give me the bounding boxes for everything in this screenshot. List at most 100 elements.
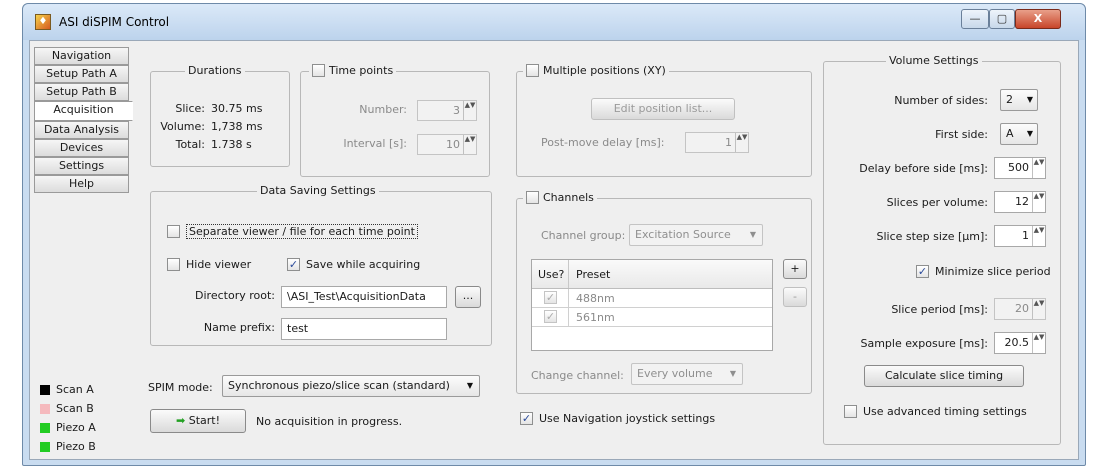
slices-per-volume-spinner[interactable]: 12 ▲▼ <box>994 191 1046 213</box>
chevron-down-icon: ▼ <box>749 230 756 239</box>
number-spinner[interactable]: 3 ▲▼ <box>417 100 477 121</box>
durations-group: Durations Slice: 30.75 ms Volume: 1,738 … <box>150 64 290 167</box>
tab-setup-path-b[interactable]: Setup Path B <box>34 83 129 101</box>
joystick-label[interactable]: Use Navigation joystick settings <box>539 412 715 425</box>
number-spin-arrows-icon[interactable]: ▲▼ <box>463 101 476 120</box>
chevron-down-icon: ▼ <box>1026 95 1033 104</box>
positions-header: Multiple positions (XY) <box>523 64 669 77</box>
delay-before-side-spinner[interactable]: 500 ▲▼ <box>994 157 1046 179</box>
tab-data-analysis[interactable]: Data Analysis <box>34 121 129 139</box>
row-preset: 561nm <box>576 311 615 324</box>
hide-viewer-checkbox[interactable] <box>167 258 180 271</box>
add-channel-button[interactable]: + <box>783 259 807 279</box>
volume-duration-label: Volume: <box>160 120 205 133</box>
save-while-acquiring-label[interactable]: Save while acquiring <box>306 258 420 271</box>
tab-navigation[interactable]: Navigation <box>34 47 129 65</box>
channels-header: Channels <box>523 191 597 204</box>
column-divider <box>568 260 569 288</box>
tab-devices[interactable]: Devices <box>34 139 129 157</box>
start-button[interactable]: ➡ Start! <box>150 409 246 433</box>
preset-column-header[interactable]: Preset <box>576 268 610 281</box>
volume-settings-group: Volume Settings Number of sides: 2 ▼ Fir… <box>823 54 1061 445</box>
interval-spin-arrows-icon[interactable]: ▲▼ <box>463 135 476 154</box>
directory-root-input[interactable]: \ASI_Test\AcquisitionData <box>281 286 447 308</box>
slices-spin-arrows-icon[interactable]: ▲▼ <box>1032 192 1045 212</box>
tab-setup-path-a[interactable]: Setup Path A <box>34 65 129 83</box>
remove-channel-button[interactable]: - <box>783 287 807 307</box>
spim-mode-dropdown[interactable]: Synchronous piezo/slice scan (standard) … <box>222 375 480 397</box>
use-column-header[interactable]: Use? <box>538 268 564 281</box>
channels-checkbox[interactable] <box>526 191 539 204</box>
client-area: Navigation Setup Path A Setup Path B Acq… <box>29 40 1079 460</box>
time-points-checkbox[interactable] <box>312 64 325 77</box>
name-prefix-input[interactable]: test <box>281 318 447 340</box>
sample-exposure-spinner[interactable]: 20.5 ▲▼ <box>994 332 1046 354</box>
total-duration-label: Total: <box>175 138 205 151</box>
hide-viewer-label[interactable]: Hide viewer <box>186 258 251 271</box>
presets-table[interactable]: Use? Preset ✓ 488nm ✓ 561nm <box>531 259 773 351</box>
advanced-timing-label[interactable]: Use advanced timing settings <box>863 405 1027 418</box>
first-side-label: First side: <box>935 128 988 141</box>
tab-acquisition[interactable]: Acquisition <box>34 101 133 121</box>
calculate-slice-timing-button[interactable]: Calculate slice timing <box>864 365 1024 387</box>
table-row[interactable]: ✓ 488nm <box>532 289 772 308</box>
slice-period-spinner[interactable]: 20 ▲▼ <box>994 298 1046 320</box>
channels-group: Channels Channel group: Excitation Sourc… <box>516 191 812 394</box>
delay-before-side-label: Delay before side [ms]: <box>859 162 988 175</box>
channel-group-dropdown[interactable]: Excitation Source ▼ <box>629 224 763 246</box>
tab-settings[interactable]: Settings <box>34 157 129 175</box>
advanced-timing-row: Use advanced timing settings <box>844 405 1027 418</box>
browse-directory-button[interactable]: ... <box>455 286 481 308</box>
minimize-slice-period-label[interactable]: Minimize slice period <box>935 265 1051 278</box>
slice-step-size-spinner[interactable]: 1 ▲▼ <box>994 225 1046 247</box>
slice-duration-label: Slice: <box>175 102 205 115</box>
change-channel-dropdown[interactable]: Every volume ▼ <box>631 363 743 385</box>
minimize-button[interactable]: — <box>961 9 989 29</box>
step-spin-arrows-icon[interactable]: ▲▼ <box>1032 226 1045 246</box>
slice-step-size-value: 1 <box>1022 229 1029 242</box>
spim-mode-value: Synchronous piezo/slice scan (standard) <box>228 379 450 392</box>
separate-viewer-label[interactable]: Separate viewer / file for each time poi… <box>186 224 418 239</box>
row-use-checkbox[interactable]: ✓ <box>544 310 557 323</box>
slice-period-label: Slice period [ms]: <box>891 303 988 316</box>
volume-duration-value: 1,738 ms <box>211 120 263 133</box>
scan-b-label: Scan B <box>56 402 94 415</box>
change-channel-label: Change channel: <box>531 369 624 382</box>
tab-help[interactable]: Help <box>34 175 129 193</box>
close-button[interactable]: X <box>1015 9 1061 29</box>
volume-settings-title: Volume Settings <box>886 54 982 67</box>
edit-position-list-button[interactable]: Edit position list... <box>591 98 735 120</box>
channel-group-label: Channel group: <box>541 229 626 242</box>
piezo-a-swatch <box>40 423 50 433</box>
minimize-slice-period-row: ✓ Minimize slice period <box>916 265 1051 278</box>
interval-label: Interval [s]: <box>343 137 407 150</box>
joystick-row: ✓ Use Navigation joystick settings <box>520 412 715 425</box>
exposure-spin-arrows-icon[interactable]: ▲▼ <box>1032 333 1045 353</box>
separate-viewer-checkbox[interactable] <box>167 225 180 238</box>
slice-duration-value: 30.75 ms <box>211 102 263 115</box>
positions-group: Multiple positions (XY) Edit position li… <box>516 64 812 177</box>
first-side-dropdown[interactable]: A ▼ <box>1000 123 1038 145</box>
time-points-title: Time points <box>329 64 394 77</box>
arrow-right-icon: ➡ <box>176 414 186 427</box>
table-row[interactable]: ✓ 561nm <box>532 308 772 327</box>
time-points-group: Time points Number: 3 ▲▼ Interval [s]: 1… <box>300 64 490 177</box>
minimize-slice-period-checkbox[interactable]: ✓ <box>916 265 929 278</box>
data-saving-title: Data Saving Settings <box>257 184 379 197</box>
delay-spin-arrows-icon[interactable]: ▲▼ <box>1032 158 1045 178</box>
period-spin-arrows-icon[interactable]: ▲▼ <box>1032 299 1045 319</box>
interval-spinner[interactable]: 10 ▲▼ <box>417 134 477 155</box>
post-move-delay-value: 1 <box>725 136 732 149</box>
advanced-timing-checkbox[interactable] <box>844 405 857 418</box>
number-of-sides-dropdown[interactable]: 2 ▼ <box>1000 89 1038 111</box>
save-while-acquiring-checkbox[interactable]: ✓ <box>287 258 300 271</box>
slice-period-value: 20 <box>1015 302 1029 315</box>
positions-checkbox[interactable] <box>526 64 539 77</box>
change-channel-value: Every volume <box>637 367 713 380</box>
post-move-delay-spinner[interactable]: 1 ▲▼ <box>685 132 749 153</box>
row-use-checkbox[interactable]: ✓ <box>544 291 557 304</box>
slice-step-size-label: Slice step size [µm]: <box>876 230 988 243</box>
post-move-delay-spin-arrows-icon[interactable]: ▲▼ <box>735 133 748 152</box>
maximize-button[interactable]: ▢ <box>989 9 1015 29</box>
joystick-checkbox[interactable]: ✓ <box>520 412 533 425</box>
